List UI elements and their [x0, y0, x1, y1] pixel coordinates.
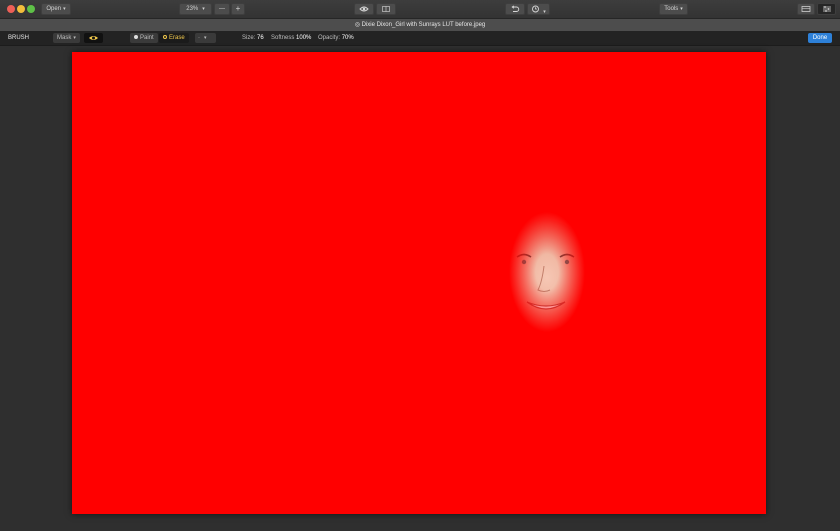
zoom-dropdown[interactable]: 23% ▾ [179, 3, 212, 15]
minimize-window-button[interactable] [17, 5, 25, 13]
compare-icon [382, 6, 390, 12]
zoom-in-button[interactable]: + [231, 3, 245, 15]
softness-control[interactable]: Softness 100% [271, 31, 311, 45]
zoom-window-button[interactable] [27, 5, 35, 13]
size-control[interactable]: Size: 76 [242, 31, 264, 45]
brush-preset-dropdown[interactable]: · ▾ [195, 33, 216, 43]
opacity-value: 70% [341, 35, 354, 41]
chevron-down-icon: ▾ [63, 6, 66, 12]
chevron-down-icon: ▾ [543, 9, 546, 15]
eye-icon [359, 6, 369, 12]
tools-label: Tools [664, 6, 679, 12]
paint-dot-icon [134, 35, 138, 40]
softness-value: 100% [296, 35, 312, 41]
history-icon [532, 5, 540, 13]
erase-label: Erase [169, 35, 185, 41]
document-title: ◎ Dixie Dixon_Girl with Sunrays LUT befo… [354, 22, 486, 28]
unmasked-portrait-region [479, 134, 655, 473]
erase-mode-button[interactable]: Erase [159, 33, 189, 43]
adjustments-icon [822, 6, 831, 12]
brush-preset-dot: · [198, 35, 200, 41]
adjustments-button[interactable] [817, 3, 836, 15]
compare-button[interactable] [376, 3, 396, 15]
history-button[interactable]: ▾ [527, 3, 550, 15]
show-mask-toggle[interactable] [84, 33, 103, 43]
brush-mode-label: BRUSH [8, 35, 30, 41]
tools-button[interactable]: Tools ▾ [659, 3, 688, 15]
zoom-out-button[interactable]: — [214, 3, 230, 15]
close-window-button[interactable] [7, 5, 15, 13]
chevron-down-icon: ▾ [204, 35, 207, 41]
paint-mode-button[interactable]: Paint [130, 33, 158, 43]
done-button[interactable]: Done [808, 33, 832, 43]
mask-label: Mask [57, 35, 72, 41]
softness-label: Softness [271, 35, 295, 41]
mask-dropdown[interactable]: Mask ▾ [53, 33, 80, 43]
erase-dot-icon [163, 35, 167, 40]
top-toolbar: Open ▾ 23% ▾ — + ▾ Tools ▾ [0, 0, 840, 19]
eye-icon [89, 36, 98, 40]
chevron-down-icon: ▾ [73, 35, 76, 41]
size-label: Size: [242, 35, 256, 41]
canvas-workspace [0, 46, 840, 531]
undo-button[interactable] [505, 3, 525, 15]
done-label: Done [812, 35, 828, 41]
open-button[interactable]: Open ▾ [41, 3, 71, 15]
chevron-down-icon: ▾ [680, 6, 683, 12]
size-value: 76 [257, 35, 264, 41]
opacity-label: Opacity: [318, 35, 341, 41]
opacity-control[interactable]: Opacity: 70% [318, 31, 354, 45]
panels-button[interactable] [797, 3, 815, 15]
zoom-value: 23% [186, 6, 199, 12]
open-label: Open [46, 6, 62, 12]
paint-label: Paint [140, 35, 154, 41]
zoom-out-label: — [219, 6, 225, 12]
chevron-down-icon: ▾ [202, 6, 205, 12]
photo-canvas[interactable] [72, 52, 766, 514]
brush-options-bar: BRUSH Mask ▾ Paint Erase · ▾ Size: 76 Soft… [0, 31, 840, 46]
panels-icon [801, 6, 811, 12]
undo-icon [511, 5, 520, 12]
zoom-in-label: + [235, 4, 241, 13]
preview-toggle-button[interactable] [354, 3, 374, 15]
